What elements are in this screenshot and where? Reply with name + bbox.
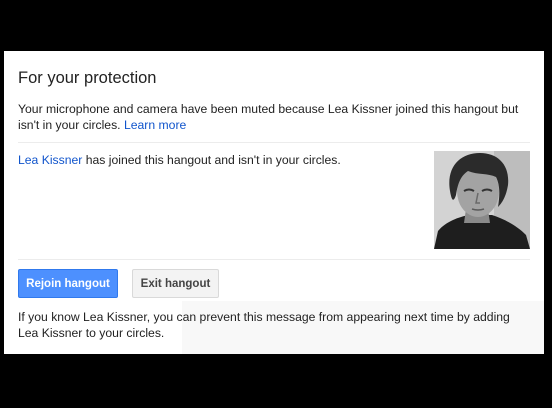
dialog-title: For your protection xyxy=(18,69,157,87)
person-name-link[interactable]: Lea Kissner xyxy=(18,153,82,167)
mute-message-text: Your microphone and camera have been mut… xyxy=(18,102,519,132)
circles-tip: If you know Lea Kissner, you can prevent… xyxy=(18,310,510,340)
learn-more-link[interactable]: Learn more xyxy=(124,118,186,132)
rejoin-hangout-button[interactable]: Rejoin hangout xyxy=(18,269,118,298)
exit-hangout-button[interactable]: Exit hangout xyxy=(132,269,219,298)
divider xyxy=(18,142,530,143)
joined-text: has joined this hangout and isn't in you… xyxy=(85,153,341,167)
joined-notice: Lea Kissner has joined this hangout and … xyxy=(18,152,341,168)
protection-dialog: For your protection Your microphone and … xyxy=(4,51,544,354)
mute-message: Your microphone and camera have been mut… xyxy=(18,101,534,133)
user-photo-icon xyxy=(434,151,530,249)
divider xyxy=(18,259,530,260)
